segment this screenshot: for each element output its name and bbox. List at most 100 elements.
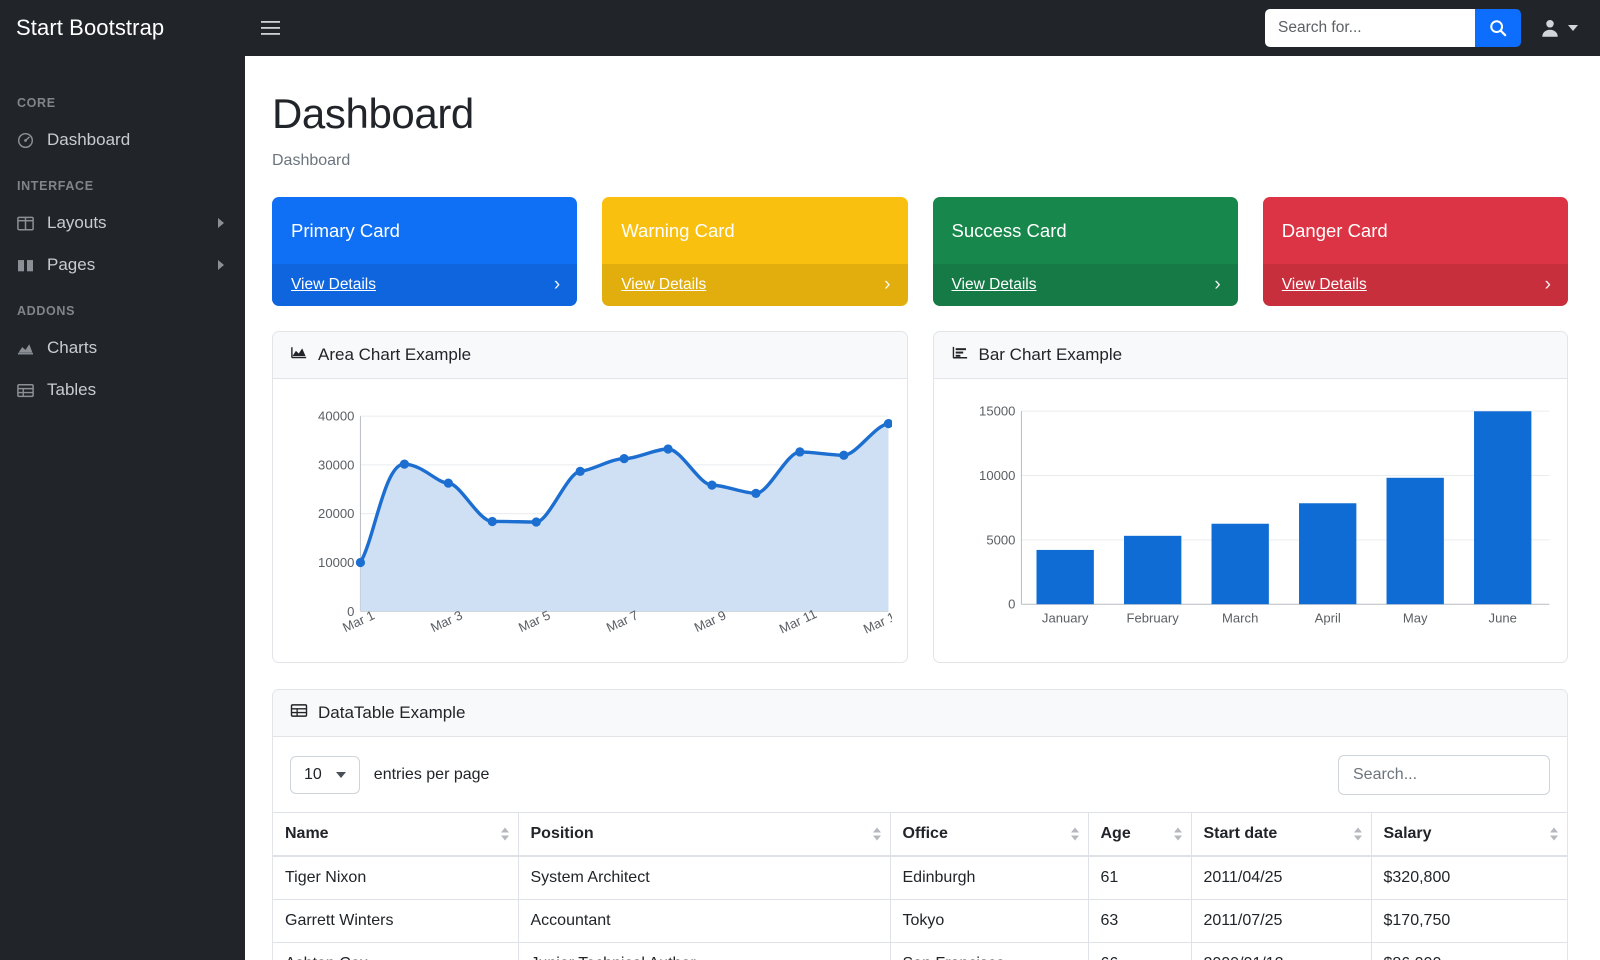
chart-bar-icon xyxy=(951,345,969,365)
sidebar-item-charts[interactable]: Charts xyxy=(0,327,245,369)
cell-office: San Francisco xyxy=(889,941,1089,960)
datatable-controls: 10 entries per page xyxy=(273,737,1567,812)
cell-name: Tiger Nixon xyxy=(273,855,519,900)
top-navbar: Start Bootstrap xyxy=(0,0,1600,56)
user-menu-dropdown[interactable] xyxy=(1539,17,1578,39)
sort-icon xyxy=(1070,827,1079,841)
table-row[interactable]: Ashton Cox Junior Technical Author San F… xyxy=(273,941,1567,960)
table-row[interactable]: Garrett Winters Accountant Tokyo 63 2011… xyxy=(273,898,1567,943)
sidebar-heading-addons: ADDONS xyxy=(17,304,76,318)
entries-per-page-label: entries per page xyxy=(373,765,490,783)
datatable-search-input[interactable] xyxy=(1338,754,1550,795)
breadcrumb: Dashboard xyxy=(272,152,351,170)
search-input[interactable] xyxy=(1265,9,1475,47)
table-header-row: Name Position Office Age Start date Sala… xyxy=(273,811,1567,857)
charts-row: Area Chart Example 40000 30000 20000 100… xyxy=(272,331,1568,663)
card-danger: Danger Card View Details › xyxy=(1262,197,1568,307)
area-chart-svg[interactable]: 40000 30000 20000 10000 0 Mar 1 Mar 3 Ma… xyxy=(288,396,892,647)
bar-chart-body: 15000 10000 5000 0 January February Marc… xyxy=(934,379,1568,661)
bar-chart-panel: Bar Chart Example 15000 10000 5000 0 Jan… xyxy=(932,331,1568,663)
bar-chart-svg[interactable]: 15000 10000 5000 0 January February Marc… xyxy=(949,396,1553,647)
brand-logo[interactable]: Start Bootstrap xyxy=(0,15,245,41)
sidebar-heading-interface: INTERFACE xyxy=(17,179,94,193)
column-header-start-date[interactable]: Start date xyxy=(1190,811,1372,857)
main-content: Dashboard Dashboard Primary Card View De… xyxy=(245,56,1600,960)
svg-text:June: June xyxy=(1488,611,1516,626)
column-label: Salary xyxy=(1383,824,1432,842)
cell-age: 61 xyxy=(1087,855,1192,900)
column-header-name[interactable]: Name xyxy=(273,811,519,857)
column-header-office[interactable]: Office xyxy=(889,811,1089,857)
chevron-down-icon xyxy=(1568,25,1578,31)
column-header-position[interactable]: Position xyxy=(517,811,891,857)
cell-salary: $86,000 xyxy=(1370,941,1567,960)
cell-office: Tokyo xyxy=(889,898,1089,943)
column-label: Position xyxy=(530,824,594,842)
chart-area-icon xyxy=(290,345,308,365)
sidebar-item-tables[interactable]: Tables xyxy=(0,369,245,411)
global-search xyxy=(1265,9,1521,47)
search-submit-button[interactable] xyxy=(1475,9,1521,47)
chevron-right-icon: › xyxy=(1214,274,1221,296)
card-title: Success Card xyxy=(951,220,1067,242)
column-label: Age xyxy=(1100,824,1131,842)
area-chart-body: 40000 30000 20000 10000 0 Mar 1 Mar 3 Ma… xyxy=(273,379,907,661)
datatable-body: Tiger Nixon System Architect Edinburgh 6… xyxy=(273,855,1567,960)
entries-per-page-select[interactable]: 10 xyxy=(290,755,360,794)
sidebar-item-label: Pages xyxy=(47,255,96,274)
svg-text:15000: 15000 xyxy=(979,404,1015,419)
page-title: Dashboard xyxy=(272,90,474,137)
user-icon xyxy=(1542,20,1558,37)
sidebar-item-layouts[interactable]: Layouts xyxy=(0,202,245,244)
hamburger-menu-icon[interactable] xyxy=(251,12,289,44)
chevron-right-icon xyxy=(218,218,224,228)
datatable-panel: DataTable Example 10 entries per page Se… xyxy=(272,688,1568,960)
card-view-details-link[interactable]: View Details › xyxy=(272,264,578,307)
panel-title: Area Chart Example xyxy=(318,345,472,365)
datatable: Name Position Office Age Start date Sala… xyxy=(273,811,1567,960)
card-link-label: View Details xyxy=(1281,275,1367,293)
cell-office: Edinburgh xyxy=(889,855,1089,900)
datatable-head: Name Position Office Age Start date Sala… xyxy=(273,811,1567,857)
sidebar-nav: CORE Dashboard INTERFACE Layouts Pages A… xyxy=(0,56,245,960)
column-label: Name xyxy=(285,824,329,842)
columns-icon xyxy=(17,216,47,231)
sort-icon xyxy=(872,827,881,841)
card-link-label: View Details xyxy=(621,275,707,293)
sidebar-item-label: Tables xyxy=(47,380,97,399)
cell-start-date: 2009/01/12 xyxy=(1190,941,1372,960)
cell-start-date: 2011/07/25 xyxy=(1190,898,1372,943)
datatable-header: DataTable Example xyxy=(273,689,1567,737)
summary-cards: Primary Card View Details › Warning Card… xyxy=(272,197,1568,307)
search-icon xyxy=(1490,20,1507,37)
cell-position: Junior Technical Author xyxy=(517,941,891,960)
column-header-age[interactable]: Age xyxy=(1087,811,1192,857)
cell-position: System Architect xyxy=(517,855,891,900)
card-view-details-link[interactable]: View Details › xyxy=(1262,264,1568,307)
chevron-right-icon: › xyxy=(884,274,891,296)
cell-name: Ashton Cox xyxy=(273,941,519,960)
table-icon xyxy=(17,383,47,398)
column-header-salary[interactable]: Salary xyxy=(1370,811,1567,857)
sort-icon xyxy=(1550,827,1558,841)
table-row[interactable]: Tiger Nixon System Architect Edinburgh 6… xyxy=(273,855,1567,900)
card-title: Warning Card xyxy=(621,220,735,242)
svg-text:April: April xyxy=(1314,611,1340,626)
sort-icon xyxy=(1173,827,1182,841)
card-view-details-link[interactable]: View Details › xyxy=(602,264,908,307)
cell-salary: $170,750 xyxy=(1370,898,1567,943)
cell-age: 66 xyxy=(1087,941,1192,960)
svg-text:January: January xyxy=(1041,611,1088,626)
datatable-length-control: 10 entries per page xyxy=(290,755,490,794)
sidebar-item-pages[interactable]: Pages xyxy=(0,244,245,286)
book-open-icon xyxy=(17,258,47,273)
sidebar-item-dashboard[interactable]: Dashboard xyxy=(0,119,245,161)
card-link-label: View Details xyxy=(951,275,1037,293)
chevron-right-icon xyxy=(218,260,224,270)
area-chart-panel: Area Chart Example 40000 30000 20000 100… xyxy=(272,331,908,663)
area-chart-header: Area Chart Example xyxy=(273,332,907,380)
svg-text:March: March xyxy=(1222,611,1258,626)
sidebar-item-label: Charts xyxy=(47,338,98,357)
card-view-details-link[interactable]: View Details › xyxy=(932,264,1238,307)
card-warning: Warning Card View Details › xyxy=(602,197,908,307)
